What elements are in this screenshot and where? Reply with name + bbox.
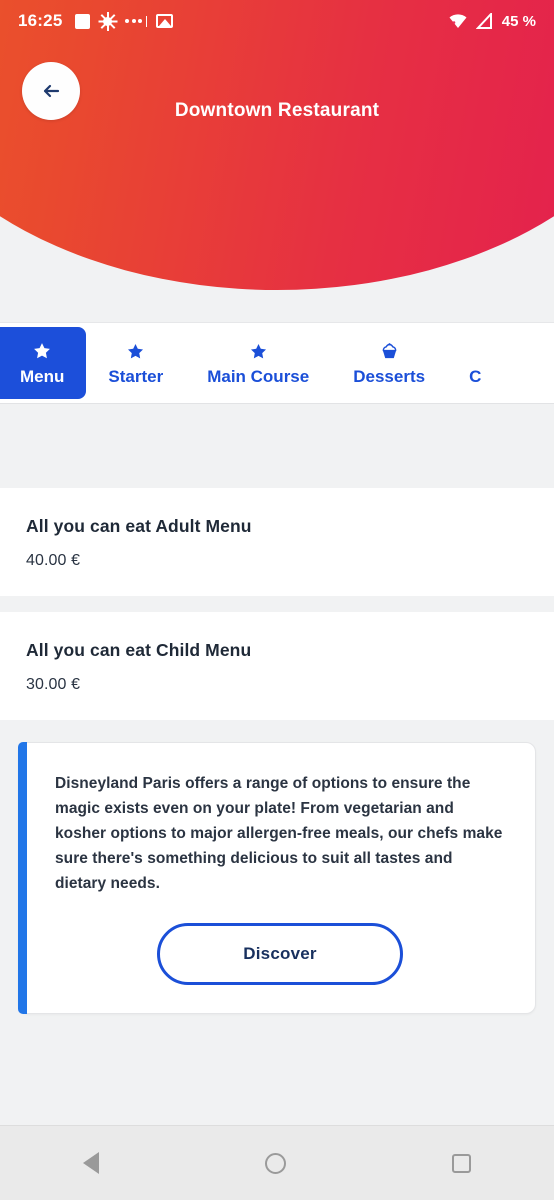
content-spacer-top: [0, 404, 554, 488]
header-banner: 16:25 45 % Downtown Restaurant: [0, 0, 554, 290]
square-recents-icon[interactable]: [452, 1153, 471, 1173]
card-accent-bar: [18, 742, 27, 1014]
tab-label: Starter: [108, 367, 164, 386]
star-icon: [249, 341, 268, 361]
menu-item-row[interactable]: All you can eat Adult Menu 40.00 €: [0, 488, 554, 596]
menu-item-title: All you can eat Child Menu: [26, 640, 252, 660]
menu-item-title: All you can eat Adult Menu: [26, 516, 252, 536]
menu-row-separator: [0, 596, 554, 612]
tab-label: Desserts: [353, 367, 426, 386]
menu-item-price: 30.00 €: [26, 676, 81, 693]
star-icon: [126, 341, 145, 361]
status-bar: 16:25 45 %: [0, 0, 554, 42]
wifi-icon: [449, 14, 467, 28]
tab-main-course[interactable]: Main Course: [185, 323, 331, 403]
image-icon: [156, 14, 174, 28]
tab-partial-next[interactable]: C: [447, 323, 503, 403]
status-bar-time: 16:25: [18, 11, 63, 30]
circle-home-icon[interactable]: [265, 1152, 286, 1174]
tab-menu[interactable]: Menu: [0, 327, 87, 399]
tab-label: Main Course: [207, 367, 310, 386]
menu-item-row[interactable]: All you can eat Child Menu 30.00 €: [0, 612, 554, 720]
info-card-area: Disneyland Paris offers a range of optio…: [0, 720, 554, 1014]
square-badge-icon: [75, 13, 91, 29]
tab-label: Menu: [20, 367, 65, 386]
category-tab-bar[interactable]: Menu Starter Main Course Desserts C: [0, 322, 554, 404]
star-icon: [32, 341, 52, 361]
triangle-back-icon[interactable]: [83, 1152, 99, 1174]
android-nav-bar[interactable]: [0, 1125, 554, 1200]
page-title: Downtown Restaurant: [174, 100, 380, 121]
discover-button[interactable]: Discover: [157, 922, 403, 985]
page-content: All you can eat Adult Menu 40.00 € All y…: [0, 404, 554, 1014]
tab-label: C: [469, 367, 482, 386]
battery-percent: 45 %: [501, 12, 536, 30]
app-screen: 16:25 45 % Downtown Restaurant Menu Star…: [0, 0, 554, 1200]
tab-desserts[interactable]: Desserts: [331, 323, 447, 403]
info-card: Disneyland Paris offers a range of optio…: [18, 742, 536, 1014]
brightness-sun-icon: [98, 11, 118, 31]
signal-icon: [475, 13, 492, 29]
info-card-text: Disneyland Paris offers a range of optio…: [55, 775, 503, 893]
tab-starter[interactable]: Starter: [86, 323, 185, 403]
cupcake-icon: [379, 341, 400, 361]
menu-item-price: 40.00 €: [26, 552, 81, 569]
more-dots-icon: [125, 15, 148, 27]
